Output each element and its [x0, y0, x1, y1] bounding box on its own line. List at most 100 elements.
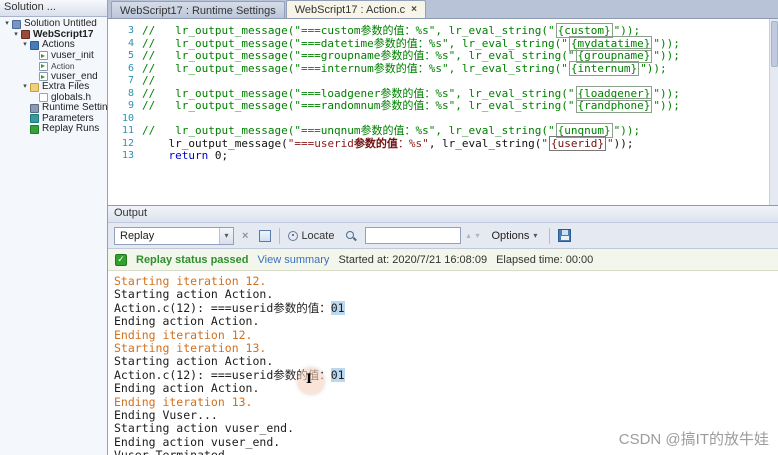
- tab-runtime-settings[interactable]: WebScript17 : Runtime Settings: [111, 1, 285, 18]
- tree-item-action[interactable]: Action: [0, 61, 107, 72]
- log-line[interactable]: Ending action Action.: [114, 381, 778, 395]
- tree-item-webscript17[interactable]: ▾ WebScript17: [0, 30, 107, 41]
- export-log-button[interactable]: [256, 229, 274, 243]
- tree-item-vuser-end[interactable]: vuser_end: [0, 72, 107, 83]
- tab-label: WebScript17 : Action.c: [294, 4, 406, 16]
- status-check-icon: ✓: [115, 253, 127, 266]
- log-line[interactable]: Ending action Action.: [114, 314, 778, 328]
- solution-explorer-header[interactable]: Solution ...: [0, 0, 107, 17]
- csdn-watermark: CSDN @搞IT的放牛娃: [618, 431, 769, 448]
- log-line[interactable]: Action.c(12): ===userid参数的值：01: [114, 367, 778, 382]
- log-text: Vuser Terminated.: [114, 448, 232, 455]
- line-number[interactable]: 10: [108, 113, 142, 126]
- tree-item-actions[interactable]: ▾ Actions: [0, 40, 107, 51]
- tree-item-globals-h[interactable]: globals.h: [0, 93, 107, 104]
- tree-item-solution-untitled[interactable]: ▾ Solution Untitled: [0, 19, 107, 30]
- search-input[interactable]: [365, 227, 462, 244]
- code-segment: lr_output_message(: [142, 136, 288, 150]
- log-text: Ending iteration 12.: [114, 327, 253, 342]
- find-next-icon[interactable]: ▾: [475, 231, 479, 240]
- line-number[interactable]: 8: [108, 88, 142, 101]
- line-number[interactable]: 6: [108, 63, 142, 76]
- code-text: return 0;: [142, 149, 229, 163]
- log-line[interactable]: Action.c(12): ===userid参数的值：01: [114, 300, 778, 315]
- solution-tree: ▾ Solution Untitled ▾ WebScript17 ▾ Actions vu…: [0, 17, 107, 455]
- solution-icon: [12, 19, 21, 29]
- tree-item-runtime-settings[interactable]: Runtime Settings: [0, 103, 107, 114]
- log-line[interactable]: Starting iteration 13.: [114, 340, 778, 355]
- export-icon: [259, 229, 272, 242]
- clear-log-button[interactable]: ×: [239, 229, 251, 243]
- line-number[interactable]: 11: [108, 125, 142, 138]
- tree-expander-icon[interactable]: ▾: [21, 82, 29, 93]
- code-segment: // lr_output_message("===randomnum参数的值：%…: [142, 99, 575, 112]
- view-summary-link[interactable]: View summary: [258, 254, 330, 266]
- tree-item-parameters[interactable]: Parameters: [0, 114, 107, 125]
- tree-item-label: Action: [51, 61, 75, 71]
- tree-item-extra-files[interactable]: ▾ Extra Files: [0, 82, 107, 93]
- line-number[interactable]: 12: [108, 138, 142, 151]
- tree-expander-icon[interactable]: ▾: [21, 40, 29, 51]
- line-number[interactable]: 7: [108, 75, 142, 88]
- editor-vertical-scrollbar[interactable]: [769, 19, 778, 205]
- log-line[interactable]: Starting iteration 12.: [114, 274, 778, 288]
- output-panel: Output Replay ▾ × Locate ▴ ▾ Options ▾ ✓…: [108, 205, 778, 455]
- tree-item-label: Actions: [42, 40, 75, 50]
- code-line-13[interactable]: 13 return 0;: [108, 149, 778, 163]
- tree-expander-icon[interactable]: ▾: [12, 30, 20, 41]
- actions-folder-icon: [30, 40, 39, 50]
- log-text: Starting iteration 13.: [114, 340, 267, 355]
- code-text: // lr_output_message("===internum参数的值：%s…: [142, 60, 667, 76]
- log-mode-select[interactable]: Replay ▾: [114, 226, 234, 245]
- tab-close-icon[interactable]: ×: [411, 5, 417, 15]
- code-line-6[interactable]: 6// lr_output_message("===internum参数的值：%…: [108, 60, 778, 76]
- tree-item-label: Runtime Settings: [42, 103, 107, 113]
- editor-tabs: WebScript17 : Runtime Settings WebScript1…: [108, 0, 778, 19]
- tree-item-label: vuser_init: [51, 50, 94, 61]
- close-icon: ×: [242, 229, 249, 242]
- chevron-down-icon[interactable]: ▾: [219, 227, 233, 244]
- log-line[interactable]: Starting action Action.: [114, 355, 778, 368]
- line-number[interactable]: 5: [108, 50, 142, 63]
- code-segment: // lr_output_message("===datetime参数的值：%s…: [142, 36, 568, 50]
- log-mode-value: Replay: [120, 229, 155, 242]
- settings-icon: [30, 103, 39, 113]
- tree-item-replay-runs[interactable]: Replay Runs: [0, 124, 107, 135]
- log-line[interactable]: Vuser Terminated.: [114, 448, 778, 455]
- log-line[interactable]: Ending iteration 13.: [114, 395, 778, 409]
- code-editor[interactable]: 3// lr_output_message("===custom参数的值：%s"…: [108, 19, 778, 205]
- script-icon: [21, 30, 30, 40]
- tree-item-label: Parameters: [42, 113, 94, 124]
- log-line[interactable]: Starting action Action.: [114, 288, 778, 301]
- code-text: // lr_output_message("===randomnum参数的值：%…: [142, 98, 680, 113]
- scrollbar-thumb[interactable]: [771, 21, 778, 67]
- tree-item-label: vuser_end: [51, 71, 98, 82]
- code-segment: ：%s": [397, 136, 429, 150]
- find-previous-icon[interactable]: ▴: [466, 231, 470, 240]
- tree-item-label: globals.h: [51, 92, 92, 103]
- tree-item-vuser-init[interactable]: vuser_init: [0, 51, 107, 62]
- line-number[interactable]: 3: [108, 25, 142, 38]
- log-line[interactable]: Ending iteration 12.: [114, 327, 778, 342]
- code-line-9[interactable]: 9// lr_output_message("===randomnum参数的值：…: [108, 98, 778, 113]
- tree-expander-icon[interactable]: ▾: [3, 19, 11, 30]
- vugen-window: Solution ... ▾ Solution Untitled ▾ WebScrip…: [0, 0, 778, 455]
- code-segment: // lr_output_message("===groupname参数的值：%…: [142, 49, 575, 62]
- line-number[interactable]: 4: [108, 38, 142, 51]
- parameter-box: {userid}: [549, 135, 607, 151]
- replay-status-text: Replay status passed: [136, 253, 249, 266]
- log-line[interactable]: Ending Vuser...: [114, 408, 778, 422]
- log-text: Ending action vuser_end.: [114, 434, 281, 449]
- save-log-button[interactable]: [555, 228, 574, 243]
- options-label: Options: [491, 229, 530, 242]
- search-button[interactable]: [342, 229, 360, 243]
- chevron-down-icon: ▾: [533, 231, 538, 240]
- line-number[interactable]: 9: [108, 100, 142, 113]
- code-segment: //: [142, 74, 156, 87]
- line-number[interactable]: 13: [108, 150, 142, 163]
- options-button[interactable]: Options ▾: [485, 227, 545, 245]
- parameter-value-highlight: 01: [330, 367, 345, 382]
- log-text: Starting action Action.: [114, 354, 274, 369]
- locate-button[interactable]: Locate: [285, 229, 337, 243]
- tab-action-c[interactable]: WebScript17 : Action.c ×: [285, 0, 427, 18]
